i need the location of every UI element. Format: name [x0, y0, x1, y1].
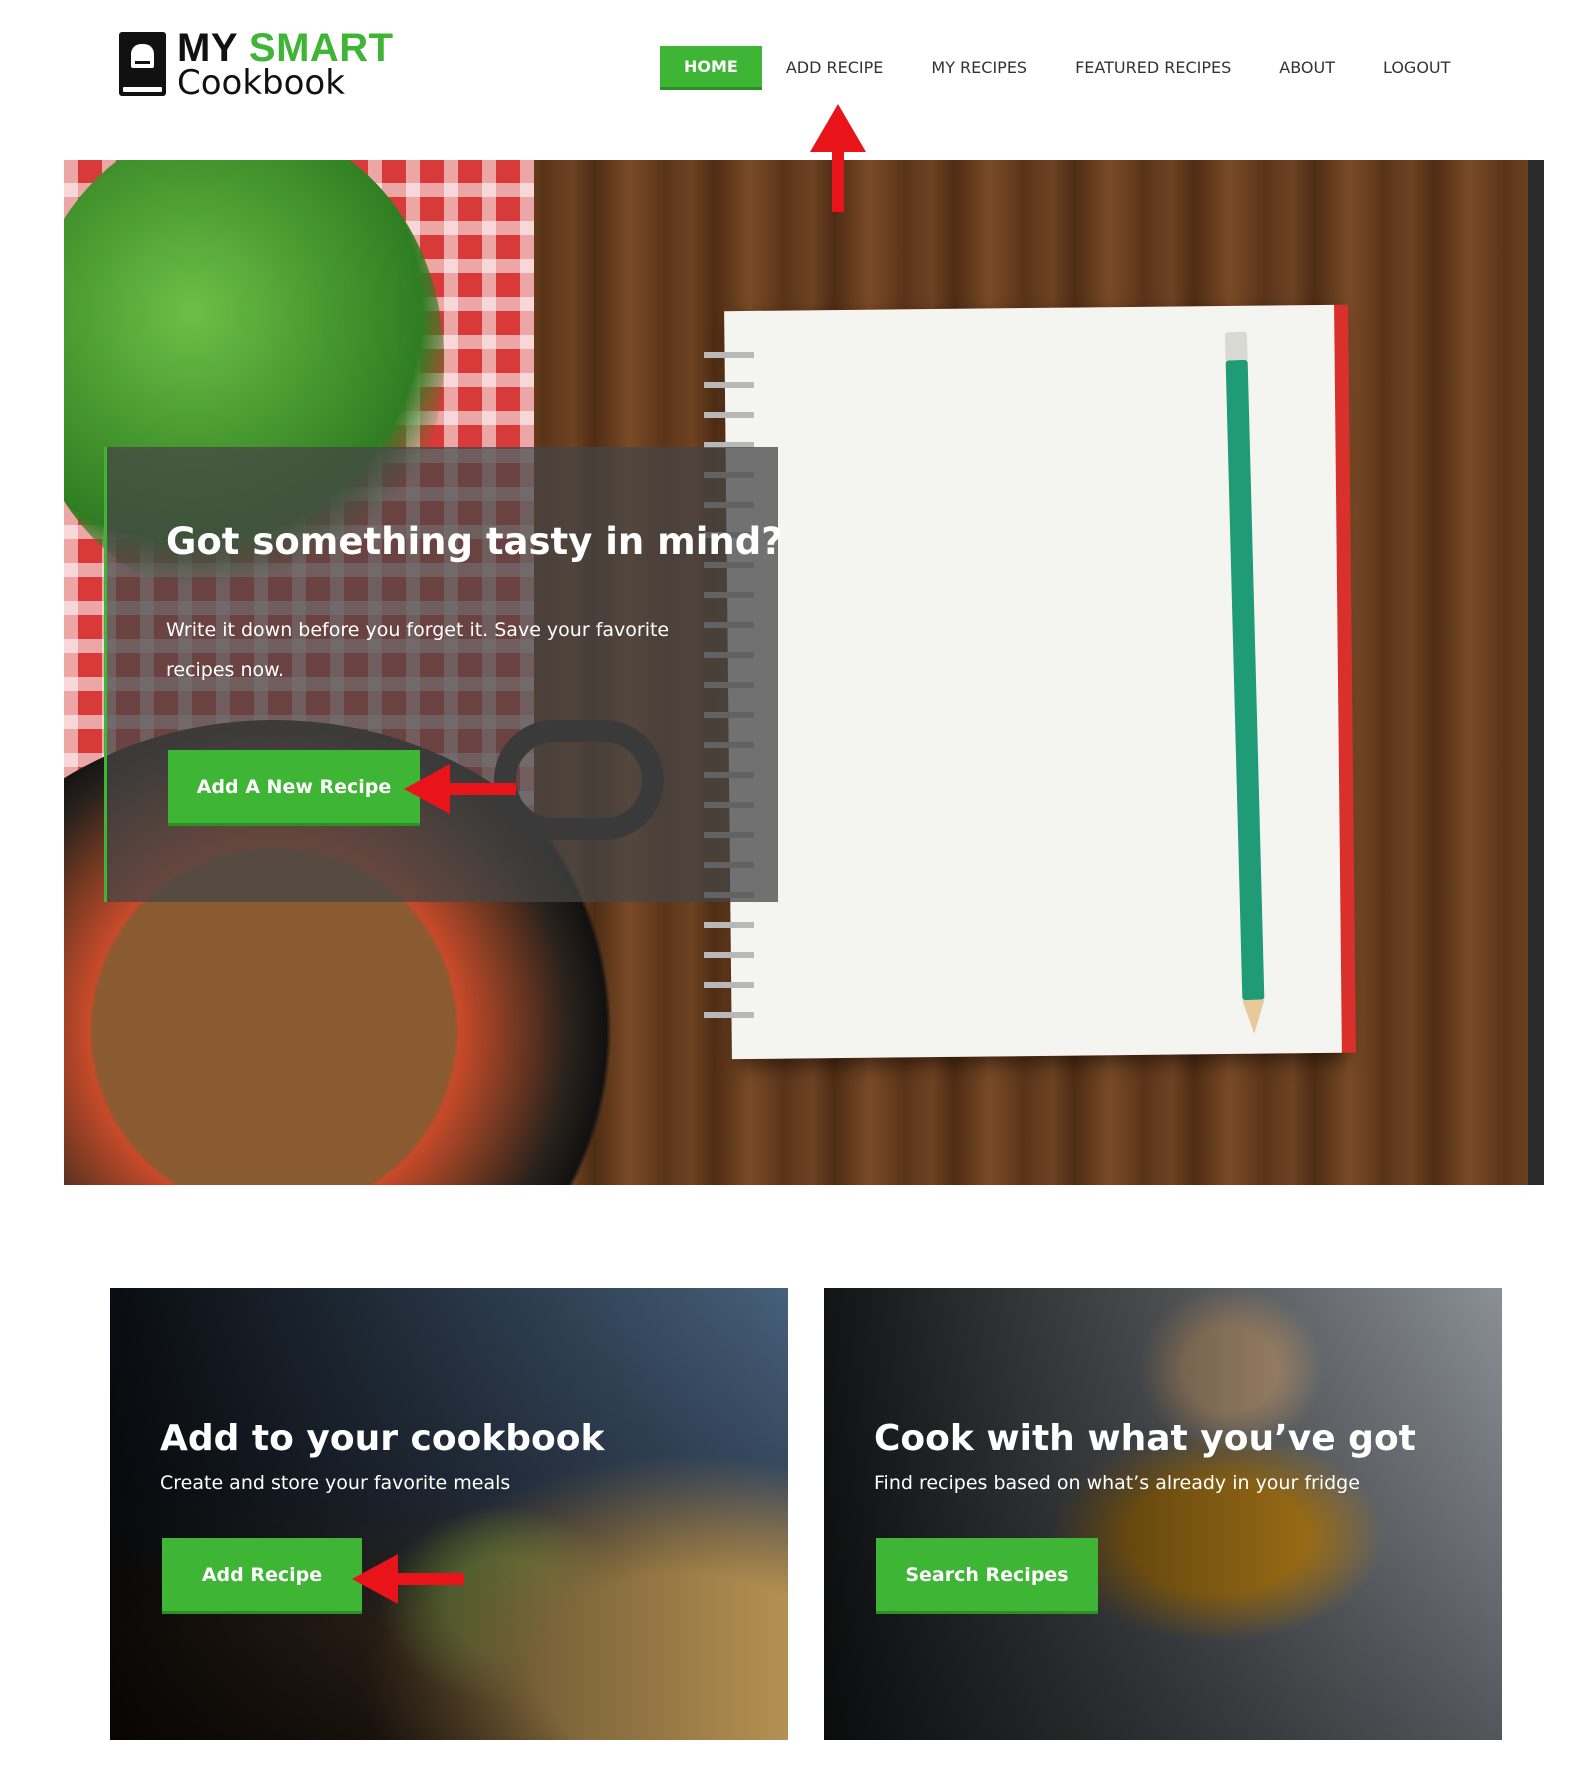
search-recipes-button[interactable]: Search Recipes [876, 1538, 1098, 1614]
card-title: Add to your cookbook [160, 1418, 605, 1459]
main-nav: HOME ADD RECIPE MY RECIPES FEATURED RECI… [660, 46, 1474, 90]
arrow-left-icon [352, 1554, 464, 1604]
cookbook-logo-icon [119, 32, 166, 96]
nav-my-recipes[interactable]: MY RECIPES [907, 46, 1051, 90]
logo-cookbook-text: Cookbook [177, 63, 345, 103]
card-cook-with-what-youve-got: Cook with what you’ve got Find recipes b… [824, 1288, 1502, 1740]
add-new-recipe-button[interactable]: Add A New Recipe [168, 750, 420, 826]
nav-about[interactable]: ABOUT [1255, 46, 1359, 90]
card-shade [110, 1288, 788, 1740]
card-add-to-cookbook: Add to your cookbook Create and store yo… [110, 1288, 788, 1740]
site-logo[interactable]: MY SMART Cookbook [119, 26, 419, 103]
nav-logout[interactable]: LOGOUT [1359, 46, 1474, 90]
hero-title: Got something tasty in mind? [166, 520, 783, 563]
hero-edge [1528, 160, 1544, 1185]
card-subtitle: Create and store your favorite meals [160, 1472, 511, 1494]
nav-featured-recipes[interactable]: FEATURED RECIPES [1051, 46, 1255, 90]
arrow-up-icon [810, 104, 866, 212]
hero-subtitle: Write it down before you forget it. Save… [166, 619, 670, 681]
arrow-left-icon [404, 764, 516, 814]
add-recipe-button[interactable]: Add Recipe [162, 1538, 362, 1614]
nav-home[interactable]: HOME [660, 46, 762, 90]
nav-add-recipe[interactable]: ADD RECIPE [762, 46, 908, 90]
card-subtitle: Find recipes based on what’s already in … [874, 1472, 1360, 1494]
card-shade [824, 1288, 1502, 1740]
card-title: Cook with what you’ve got [874, 1418, 1416, 1459]
